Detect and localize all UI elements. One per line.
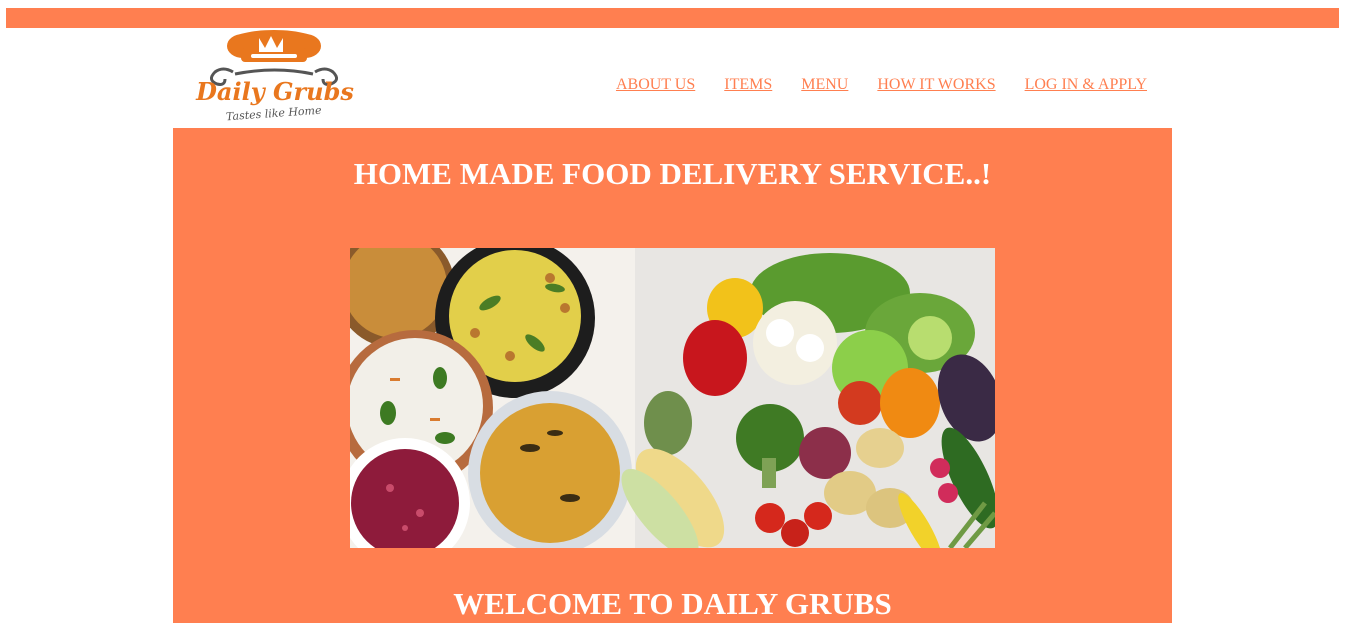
nav-link-items[interactable]: ITEMS <box>724 76 772 94</box>
nav-link-login-apply[interactable]: LOG IN & APPLY <box>1025 76 1147 94</box>
nav-link-about-us[interactable]: ABOUT US <box>616 76 695 94</box>
nav-link-how-it-works[interactable]: HOW IT WORKS <box>877 76 995 94</box>
hero-title: HOME MADE FOOD DELIVERY SERVICE..! <box>353 156 992 191</box>
logo-tagline: Tastes like Home <box>226 104 323 124</box>
hero-section: HOME MADE FOOD DELIVERY SERVICE..! WELCO… <box>173 128 1172 623</box>
page: Daily Grubs Tastes like Home ABOUT US IT… <box>0 0 1345 623</box>
nav-link-menu[interactable]: MENU <box>801 76 848 94</box>
chef-hat-icon: Daily Grubs Tastes like Home <box>195 30 354 124</box>
logo-brand-name: Daily Grubs <box>195 77 354 106</box>
header: Daily Grubs Tastes like Home ABOUT US IT… <box>173 28 1172 128</box>
top-accent-bar <box>6 8 1339 28</box>
welcome-heading: WELCOME TO DAILY GRUBS <box>453 586 892 621</box>
food-and-vegetables-photo <box>350 248 995 548</box>
main-nav: ABOUT US ITEMS MENU HOW IT WORKS LOG IN … <box>616 76 1147 94</box>
logo[interactable]: Daily Grubs Tastes like Home <box>173 28 377 124</box>
